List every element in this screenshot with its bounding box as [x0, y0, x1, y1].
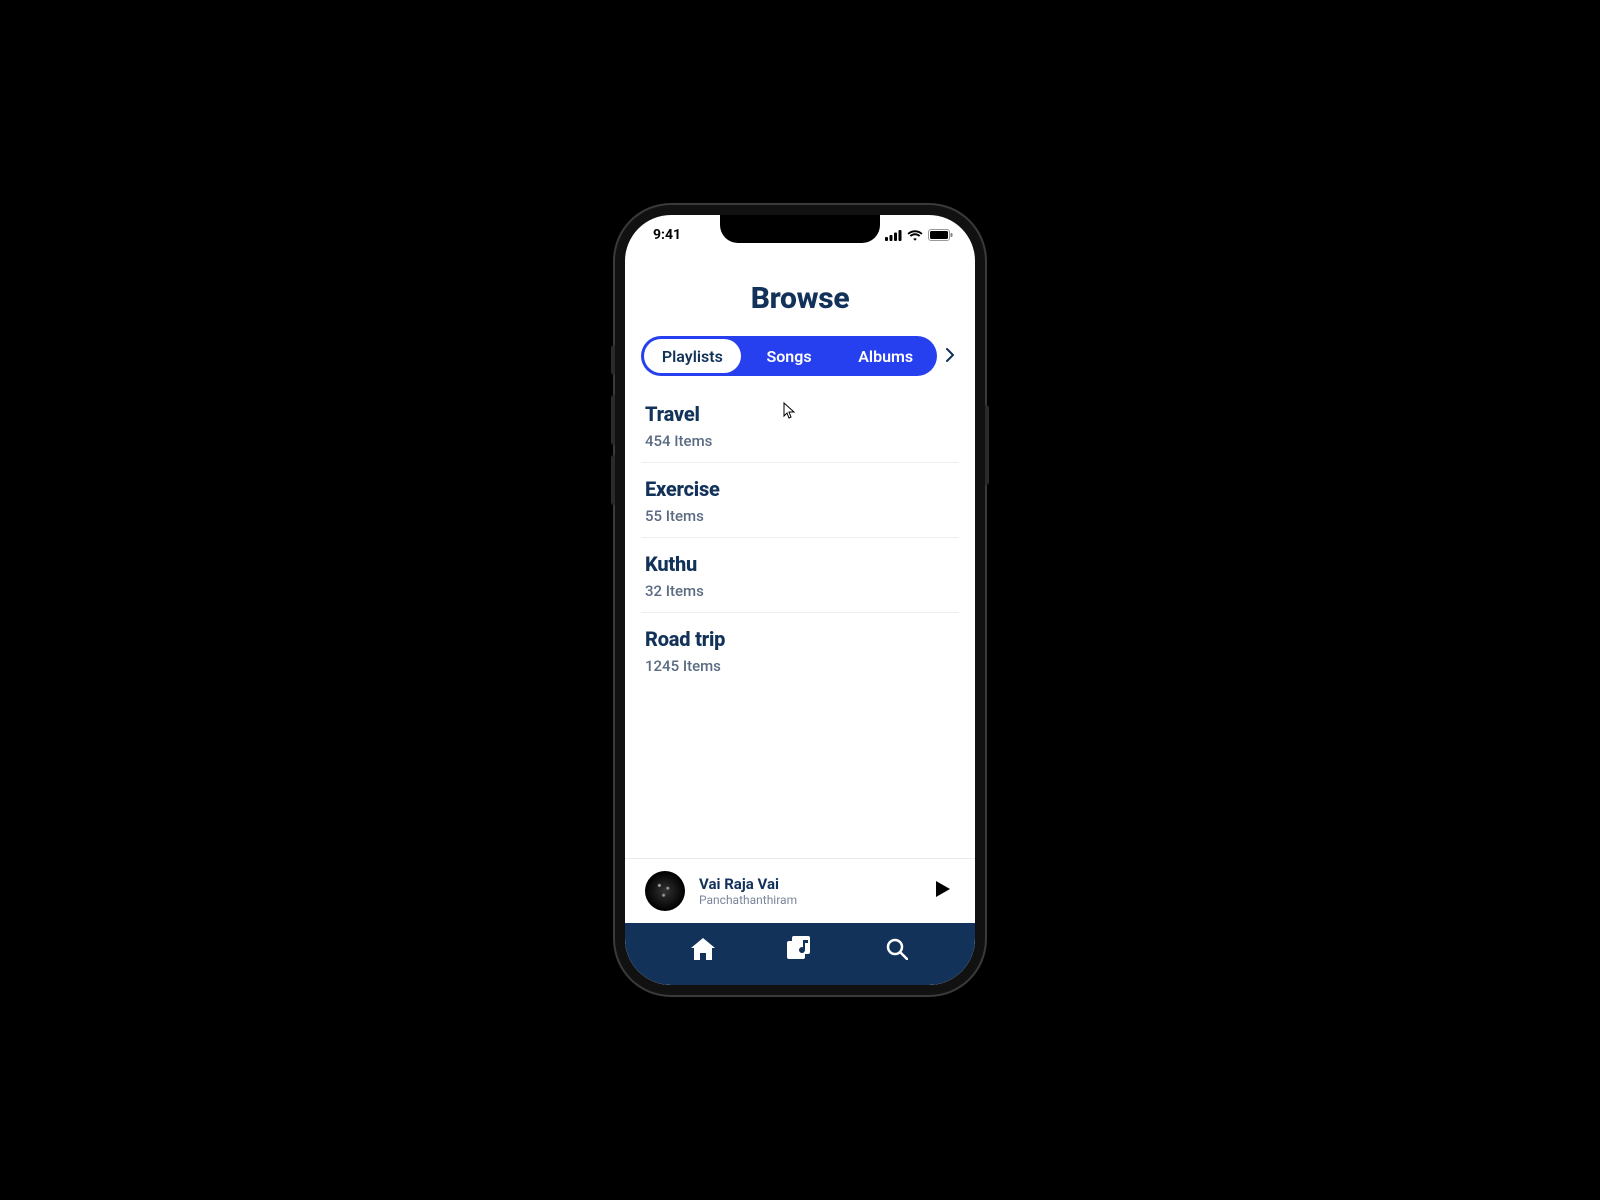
cellular-signal-icon	[885, 230, 902, 241]
list-item[interactable]: Road trip 1245 Items	[641, 613, 959, 687]
bottom-nav	[625, 923, 975, 985]
list-item-title: Travel	[645, 402, 955, 426]
list-item[interactable]: Travel 454 Items	[641, 388, 959, 463]
notch	[720, 215, 880, 243]
phone-frame: 9:41 Browse Playlists	[615, 205, 985, 995]
library-music-icon	[787, 936, 813, 966]
side-button-silence	[611, 345, 615, 375]
category-tabs: Playlists Songs Albums	[641, 336, 959, 376]
search-icon	[886, 938, 908, 964]
play-icon	[935, 880, 951, 902]
list-item-subtitle: 1245 Items	[645, 657, 955, 675]
segmented-control: Playlists Songs Albums	[641, 336, 937, 376]
status-indicators	[885, 229, 953, 241]
play-button[interactable]	[931, 879, 955, 903]
list-item-title: Exercise	[645, 477, 955, 501]
home-icon	[691, 938, 715, 964]
list-item-subtitle: 454 Items	[645, 432, 955, 450]
status-time: 9:41	[653, 227, 681, 243]
now-playing-meta: Vai Raja Vai Panchathanthiram	[699, 875, 917, 907]
screen: 9:41 Browse Playlists	[625, 215, 975, 985]
list-item-subtitle: 55 Items	[645, 507, 955, 525]
playlist-list: Travel 454 Items Exercise 55 Items Kuthu…	[641, 388, 959, 687]
nav-home[interactable]	[685, 933, 721, 969]
tab-playlists[interactable]: Playlists	[644, 339, 741, 373]
tab-songs[interactable]: Songs	[741, 339, 838, 373]
list-item-subtitle: 32 Items	[645, 582, 955, 600]
tab-label: Albums	[858, 347, 913, 366]
tab-albums[interactable]: Albums	[837, 339, 934, 373]
content: Browse Playlists Songs Albums	[625, 255, 975, 923]
nav-library[interactable]	[782, 933, 818, 969]
list-item-title: Kuthu	[645, 552, 955, 576]
side-button-vol-up	[611, 395, 615, 445]
list-item[interactable]: Kuthu 32 Items	[641, 538, 959, 613]
side-button-power	[985, 405, 989, 485]
side-button-vol-down	[611, 455, 615, 505]
battery-icon	[928, 229, 953, 241]
chevron-right-icon	[946, 347, 954, 366]
now-playing-subtitle: Panchathanthiram	[699, 893, 917, 907]
list-item[interactable]: Exercise 55 Items	[641, 463, 959, 538]
list-item-title: Road trip	[645, 627, 955, 651]
wifi-icon	[907, 230, 923, 241]
tabs-overflow-button[interactable]	[941, 347, 959, 366]
album-art	[645, 871, 685, 911]
now-playing-title: Vai Raja Vai	[699, 875, 917, 893]
nav-search[interactable]	[879, 933, 915, 969]
tab-label: Songs	[766, 347, 811, 366]
now-playing-bar[interactable]: Vai Raja Vai Panchathanthiram	[625, 858, 975, 923]
tab-label: Playlists	[662, 347, 723, 366]
page-title: Browse	[641, 281, 959, 316]
